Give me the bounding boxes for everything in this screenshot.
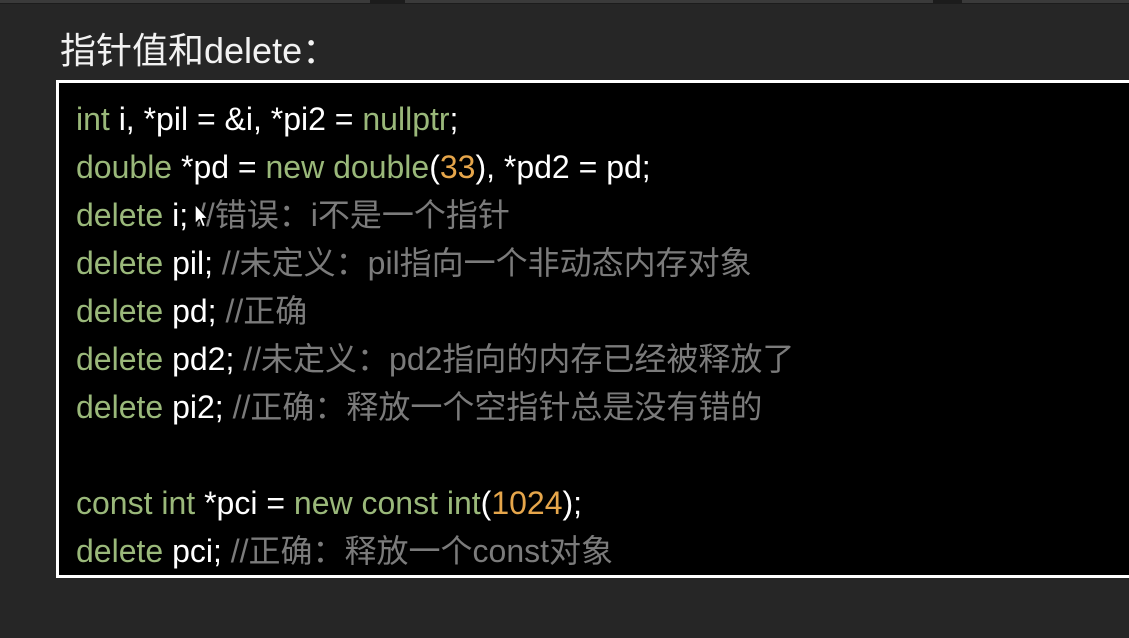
code-line: delete pd; //正确 (76, 287, 1129, 335)
top-strip-segment (962, 0, 1129, 3)
code-keyword: delete (76, 245, 164, 281)
slide-title: 指针值和delete： (60, 30, 339, 71)
code-identifier: pd2; (163, 341, 244, 377)
code-number: 33 (439, 149, 476, 185)
code-keyword: new double (265, 149, 430, 185)
code-identifier: *pd = (172, 149, 266, 185)
code-comment: //未定义：pd2指向的内存已经被释放了 (243, 341, 795, 377)
code-line: delete pil; //未定义：pil指向一个非动态内存对象 (76, 239, 1129, 287)
code-identifier: pil; (163, 245, 222, 281)
code-keyword: int (76, 101, 110, 137)
code-keyword: new const int (293, 485, 481, 521)
code-line: delete i; //错误：i不是一个指针 (76, 191, 1129, 239)
code-identifier: ), *pd2 = pd; (475, 149, 651, 185)
top-strip-segment (405, 0, 933, 3)
code-identifier: i; (163, 197, 197, 233)
code-line: int i, *pil = &i, *pi2 = nullptr; (76, 95, 1129, 143)
code-keyword: delete (76, 533, 164, 569)
code-identifier: pci; (163, 533, 231, 569)
code-identifier: pi2; (163, 389, 233, 425)
code-keyword: double (76, 149, 173, 185)
code-identifier: ( (429, 149, 440, 185)
code-keyword: delete (76, 389, 164, 425)
code-comment: //正确：释放一个const对象 (230, 533, 614, 569)
code-line: double *pd = new double(33), *pd2 = pd; (76, 143, 1129, 191)
top-strip-segment (0, 0, 370, 3)
code-comment: //未定义：pil指向一个非动态内存对象 (221, 245, 752, 281)
code-comment: //错误：i不是一个指针 (196, 197, 510, 233)
code-keyword: delete (76, 293, 164, 329)
code-identifier: ); (562, 485, 583, 521)
code-line: delete pd2; //未定义：pd2指向的内存已经被释放了 (76, 335, 1129, 383)
code-keyword: nullptr (362, 101, 450, 137)
code-identifier: i, *pil = &i, *pi2 = (109, 101, 363, 137)
code-identifier: ( (480, 485, 492, 521)
code-keyword: delete (76, 197, 164, 233)
code-identifier: ; (449, 101, 459, 137)
code-line: delete pi2; //正确：释放一个空指针总是没有错的 (76, 383, 1129, 431)
code-line: const int *pci = new const int(1024); (76, 479, 1129, 527)
code-comment: //正确 (225, 293, 308, 329)
code-identifier: *pci = (195, 485, 294, 521)
code-lines: int i, *pil = &i, *pi2 = nullptr; double … (76, 95, 1129, 575)
top-strip (0, 0, 1129, 4)
code-number: 1024 (491, 485, 563, 521)
mouse-pointer-icon (194, 203, 209, 228)
code-block: int i, *pil = &i, *pi2 = nullptr; double … (56, 80, 1129, 578)
code-keyword: delete (76, 341, 164, 377)
code-comment: //正确：释放一个空指针总是没有错的 (232, 389, 763, 425)
code-line: delete pci; //正确：释放一个const对象 (76, 527, 1129, 575)
code-keyword: const int (76, 485, 196, 521)
code-identifier: pd; (163, 293, 226, 329)
